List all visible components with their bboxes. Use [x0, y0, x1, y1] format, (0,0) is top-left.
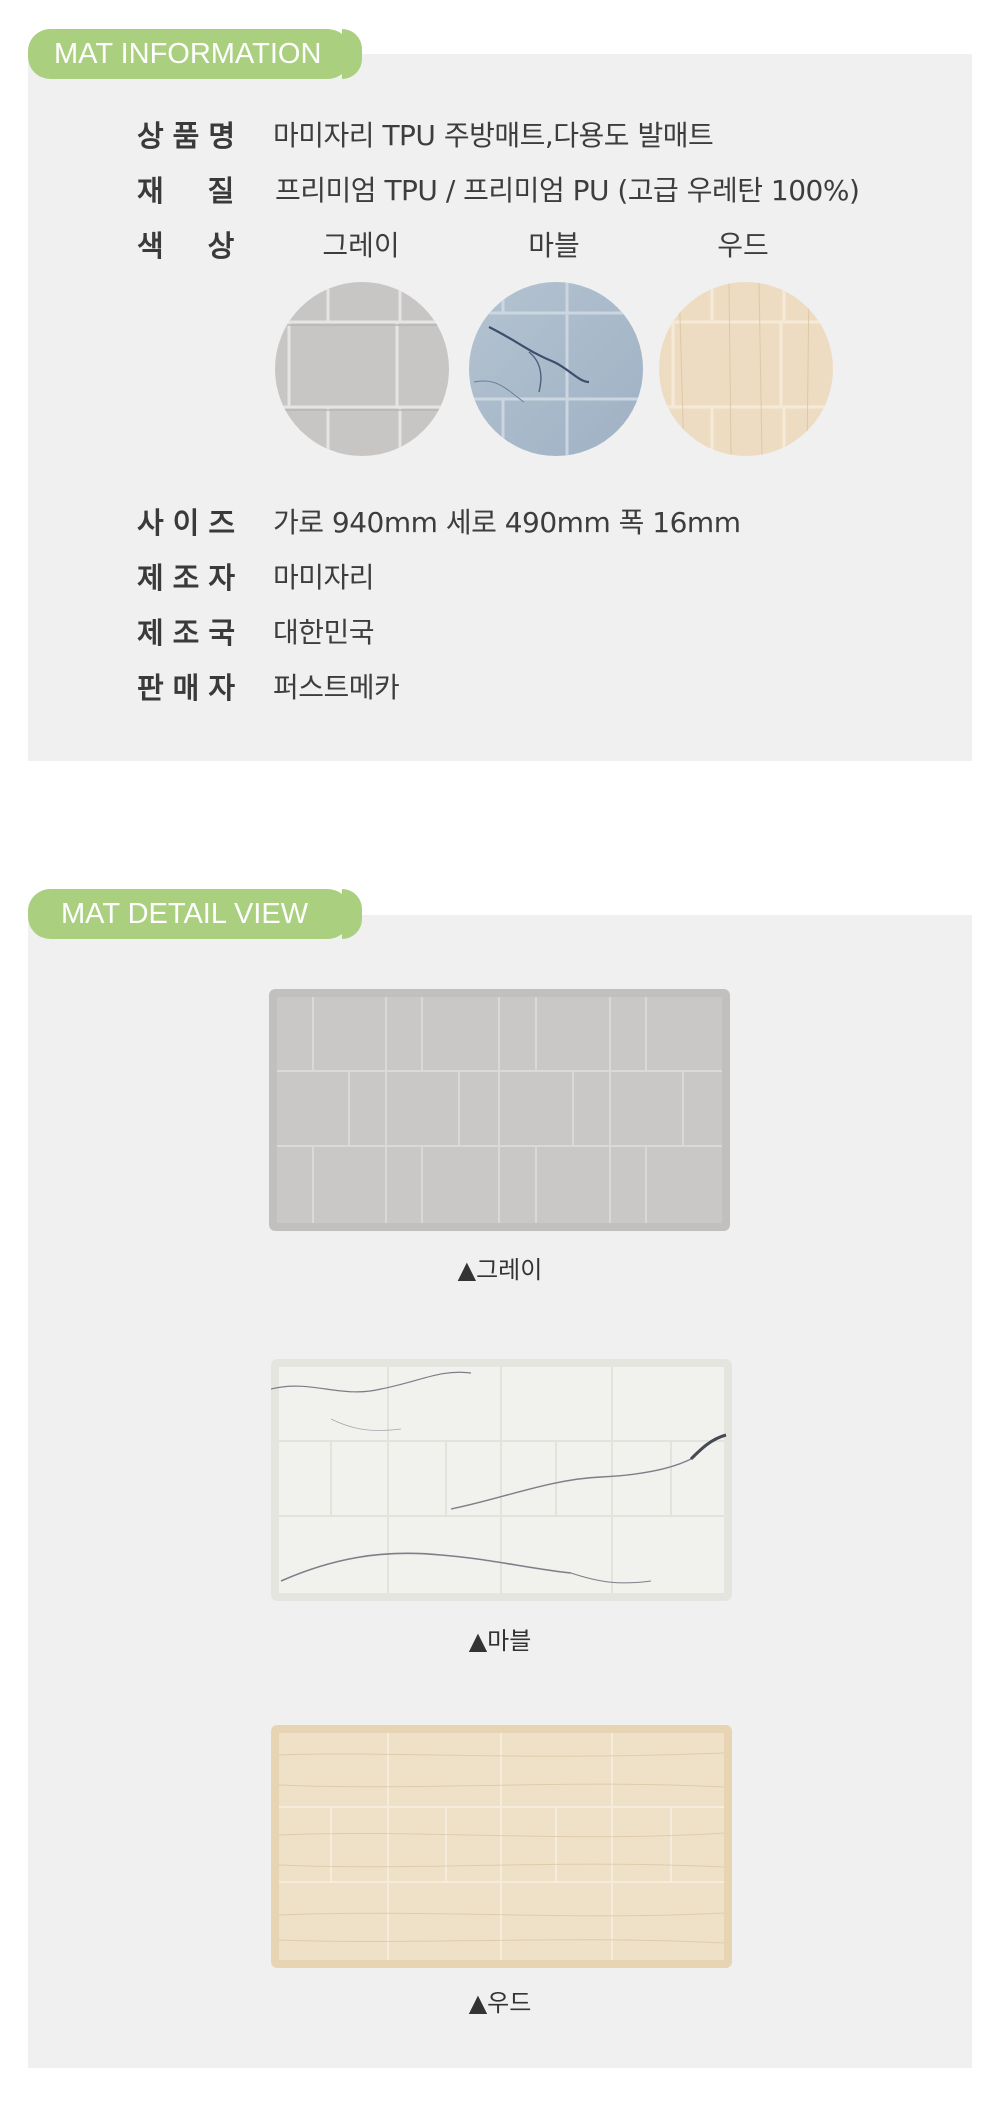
swatch-gray	[275, 282, 449, 456]
label-seller: 판매자	[137, 671, 245, 705]
caption-gray: ▲그레이	[457, 1256, 543, 1284]
color-name-wood: 우드	[717, 229, 769, 262]
swatch-marble	[469, 282, 643, 456]
label-product-name: 상품명	[137, 119, 245, 153]
label-size: 사이즈	[137, 506, 245, 540]
label-country: 제조국	[137, 616, 245, 650]
mat-information-tag: MAT INFORMATION	[28, 29, 362, 79]
mat-image-marble	[271, 1359, 732, 1601]
mat-detail-tag: MAT DETAIL VIEW	[28, 889, 362, 939]
value-country: 대한민국	[273, 616, 375, 649]
caption-marble: ▲마블	[468, 1627, 532, 1655]
label-color: 색상	[137, 229, 279, 263]
swatch-wood	[659, 282, 833, 456]
value-product-name: 마미자리 TPU 주방매트,다용도 발매트	[273, 119, 714, 152]
label-material: 재질	[137, 174, 279, 208]
color-name-gray: 그레이	[322, 229, 400, 262]
color-name-marble: 마블	[528, 229, 580, 262]
value-size: 가로 940mm 세로 490mm 폭 16mm	[273, 506, 741, 539]
mat-image-gray	[269, 989, 730, 1231]
label-manufacturer: 제조자	[137, 561, 245, 595]
caption-wood: ▲우드	[468, 1989, 532, 2017]
value-material: 프리미엄 TPU / 프리미엄 PU (고급 우레탄 100%)	[275, 174, 860, 207]
mat-image-wood	[271, 1725, 732, 1968]
value-seller: 퍼스트메카	[273, 671, 400, 704]
value-manufacturer: 마미자리	[273, 561, 375, 594]
